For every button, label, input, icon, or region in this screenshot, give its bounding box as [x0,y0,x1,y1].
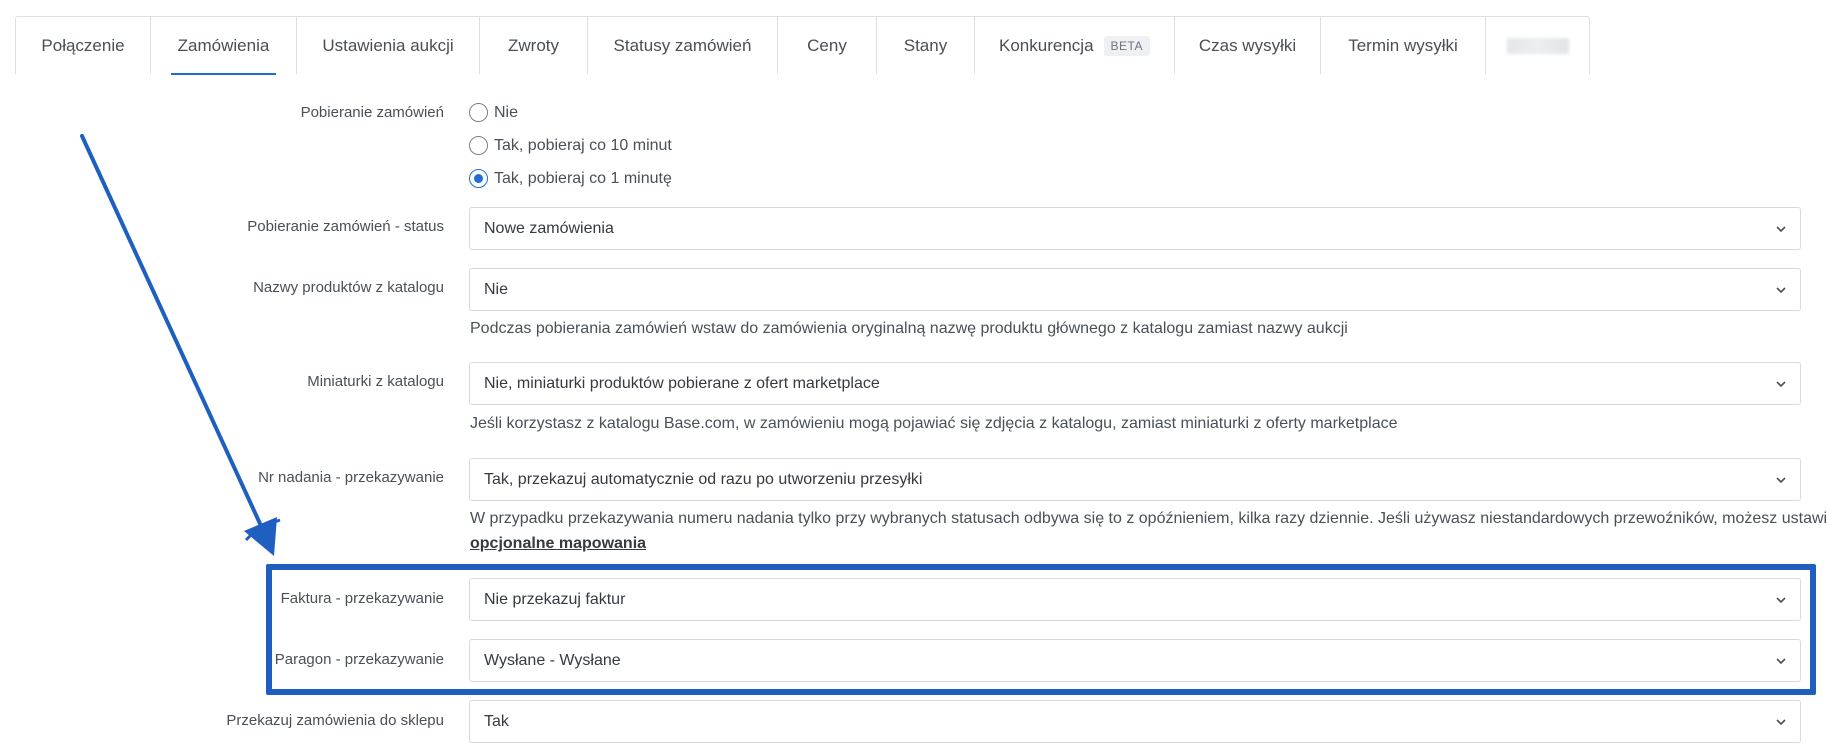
tab-termin-wysylki[interactable]: Termin wysyłki [1321,16,1486,74]
radio-option-label: Tak, pobieraj co 10 minut [494,136,672,154]
select-value: Nie [484,280,509,298]
forward-orders-select[interactable]: Tak [469,700,1801,743]
select-value: Tak [484,712,509,730]
radio-circle [469,103,488,122]
radio-option-1-min[interactable]: Tak, pobieraj co 1 minutę [469,169,672,188]
tracking-number-label: Nr nadania - przekazywanie [258,469,444,486]
highlight-box [266,564,1816,695]
tracking-number-select[interactable]: Tak, przekazuj automatycznie od razu po … [469,458,1801,501]
tab-stany[interactable]: Stany [877,16,975,74]
tab-statusy-zamowien[interactable]: Statusy zamówień [588,16,778,74]
order-download-label: Pobieranie zamówień [300,104,444,121]
chevron-down-icon [1776,718,1786,725]
radio-option-label: Tak, pobieraj co 1 minutę [494,169,672,187]
select-value: Nowe zamówienia [484,219,614,237]
tab-konkurencja-label: Konkurencja [999,35,1094,55]
product-names-help: Podczas pobierania zamówień wstaw do zam… [470,320,1348,337]
tab-zamowienia[interactable]: Zamówienia [151,16,297,75]
tab-redacted[interactable] [1486,16,1590,74]
tab-ceny[interactable]: Ceny [778,16,877,74]
chevron-down-icon [1776,380,1786,387]
chevron-down-icon [1776,286,1786,293]
chevron-down-icon [1776,476,1786,483]
radio-circle-checked [469,169,488,188]
order-download-status-select[interactable]: Nowe zamówienia [469,207,1801,250]
beta-badge: BETA [1103,35,1150,56]
tracking-number-help-link-row: opcjonalne mapowania [470,535,646,553]
tab-czas-wysylki[interactable]: Czas wysyłki [1175,16,1321,74]
select-value: Nie, miniaturki produktów pobierane z of… [484,374,880,392]
optional-mappings-link[interactable]: opcjonalne mapowania [470,535,646,552]
chevron-down-icon [1776,225,1786,232]
product-names-label: Nazwy produktów z katalogu [253,279,444,296]
tracking-number-help: W przypadku przekazywania numeru nadania… [470,510,1827,527]
radio-option-label: Nie [494,103,519,121]
thumbnails-help: Jeśli korzystasz z katalogu Base.com, w … [470,415,1398,432]
radio-option-10-min[interactable]: Tak, pobieraj co 10 minut [469,136,672,155]
tab-ustawienia-aukcji[interactable]: Ustawienia aukcji [297,16,480,74]
select-value: Tak, przekazuj automatycznie od razu po … [484,470,923,488]
tab-polaczenie[interactable]: Połączenie [15,16,151,74]
tab-konkurencja[interactable]: Konkurencja BETA [975,16,1175,74]
product-names-select[interactable]: Nie [469,268,1801,311]
redacted-label [1506,37,1569,54]
thumbnails-label: Miniaturki z katalogu [307,373,444,390]
radio-option-nie[interactable]: Nie [469,103,518,122]
tab-zwroty[interactable]: Zwroty [480,16,588,74]
forward-orders-label: Przekazuj zamówienia do sklepu [226,712,444,729]
tab-bar: Połączenie Zamówienia Ustawienia aukcji … [15,16,1590,75]
thumbnails-select[interactable]: Nie, miniaturki produktów pobierane z of… [469,362,1801,405]
radio-circle [469,136,488,155]
order-download-status-label: Pobieranie zamówień - status [247,218,444,235]
